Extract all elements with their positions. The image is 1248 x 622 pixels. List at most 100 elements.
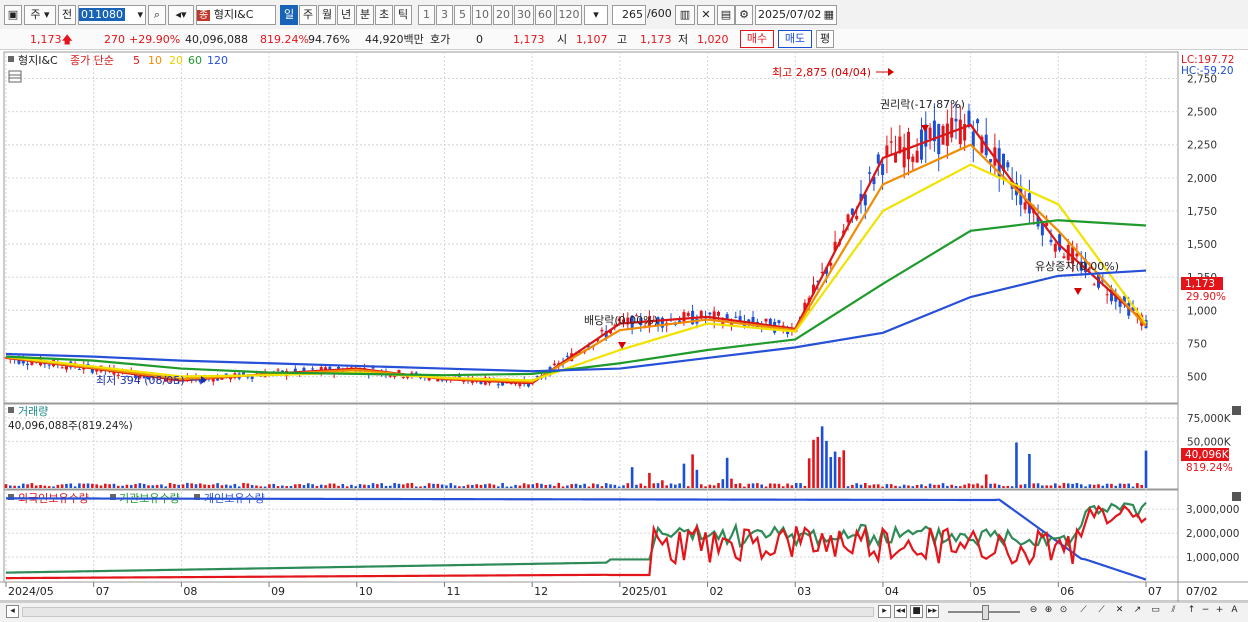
save-icon[interactable]: ▤ xyxy=(717,5,735,25)
search-icon[interactable]: ⌕ xyxy=(148,5,166,25)
interval-5[interactable]: 5 xyxy=(454,5,471,25)
volume-bar xyxy=(1028,453,1031,488)
volume-bar xyxy=(475,484,478,488)
period-tick[interactable]: 틱 xyxy=(394,5,412,25)
zoom-out-icon[interactable]: ⊖ xyxy=(1027,605,1040,618)
volume-bar xyxy=(561,486,565,488)
period-minute[interactable]: 분 xyxy=(356,5,374,25)
zoom-in-icon[interactable]: ⊕ xyxy=(1042,605,1055,618)
interval-120[interactable]: 120 xyxy=(556,5,582,25)
interval-20[interactable]: 20 xyxy=(493,5,513,25)
volume-bar xyxy=(574,483,578,488)
volume-bar xyxy=(449,483,453,488)
volume-bar xyxy=(39,484,42,488)
range-button[interactable]: 전 xyxy=(58,5,76,25)
volume-bar xyxy=(773,483,776,488)
volume-bar xyxy=(211,484,215,488)
volume-bar xyxy=(734,483,738,488)
buy-button[interactable]: 매수 xyxy=(740,30,774,48)
avg-button[interactable]: 평 xyxy=(816,30,834,48)
period-second[interactable]: 초 xyxy=(375,5,393,25)
text-tool-icon[interactable]: A xyxy=(1228,605,1241,618)
speaker-icon[interactable]: ◂▾ xyxy=(168,5,194,25)
volume-bar xyxy=(1101,485,1105,488)
candle xyxy=(371,367,375,369)
period-week[interactable]: 주 xyxy=(299,5,317,25)
date-input[interactable]: 2025/07/02 ▦ xyxy=(755,5,837,25)
zoom-handle[interactable] xyxy=(982,605,989,620)
volume-bar xyxy=(9,485,12,488)
volume-bar xyxy=(350,484,353,488)
volume-bar xyxy=(484,484,487,488)
volume-bar xyxy=(583,483,586,488)
interval-1[interactable]: 1 xyxy=(418,5,435,25)
price-value: 1,173 xyxy=(30,33,62,46)
volume-bar xyxy=(872,484,876,488)
rewind-icon[interactable]: ◂◂ xyxy=(894,605,907,618)
draw-cross-icon[interactable]: ✕ xyxy=(1113,605,1126,618)
holding-tick-0: 1,000,000 xyxy=(1186,552,1239,564)
xaxis-label-13: 07 xyxy=(1148,585,1162,598)
volume-tick-0: 50,000K xyxy=(1187,436,1232,448)
chart-area[interactable]: 형지I&C 종가 단순 5 10 20 60 120 LC:197.72 HC:… xyxy=(0,50,1248,602)
candle xyxy=(725,314,729,319)
scroll-right-icon[interactable]: ▸ xyxy=(878,605,891,618)
volume-panel[interactable] xyxy=(3,403,1179,490)
market-label: 주 xyxy=(30,8,41,21)
current-pct-tag: 29.90% xyxy=(1186,291,1226,303)
volume-bar xyxy=(363,484,366,488)
count-input[interactable]: 265 xyxy=(612,5,646,25)
volume-bar xyxy=(743,486,746,488)
volume-bar xyxy=(432,483,435,488)
market-select[interactable]: 주 ▾ xyxy=(24,5,56,25)
volume-bar xyxy=(43,485,47,488)
period-month[interactable]: 월 xyxy=(318,5,336,25)
period-day[interactable]: 일 xyxy=(280,5,298,25)
annotation-dividend: 배당락(0.00%) xyxy=(584,314,658,327)
draw-trend-icon[interactable]: ⟋ xyxy=(1095,605,1108,618)
forward-icon[interactable]: ▸▸ xyxy=(926,605,939,618)
volume-bar xyxy=(794,482,798,488)
volume-bar xyxy=(367,485,371,488)
xaxis-label-9: 03 xyxy=(797,585,811,598)
volume-bar xyxy=(838,457,841,488)
volume-bar xyxy=(1079,484,1083,488)
scale-down-icon[interactable]: − xyxy=(1199,605,1212,618)
volume-bar xyxy=(686,486,690,488)
add-icon[interactable]: + xyxy=(1213,605,1226,618)
sell-button[interactable]: 매도 xyxy=(778,30,812,48)
scrollbar[interactable] xyxy=(22,607,874,617)
holding-panel[interactable] xyxy=(3,489,1179,583)
interval-30[interactable]: 30 xyxy=(514,5,534,25)
code-input[interactable]: 011080 ▾ xyxy=(78,5,146,25)
interval-dropdown[interactable]: ▾ xyxy=(584,5,608,25)
draw-box-icon[interactable]: ▭ xyxy=(1149,605,1162,618)
candle-icon[interactable]: ▥ xyxy=(675,5,695,25)
scroll-left-icon[interactable]: ◂ xyxy=(6,605,19,618)
volume-bar xyxy=(725,457,729,488)
crosshair-icon[interactable]: ✕ xyxy=(697,5,715,25)
volume-bar xyxy=(509,486,513,488)
window-icon[interactable]: ▣ xyxy=(4,5,22,25)
close-icon[interactable] xyxy=(1232,406,1241,415)
volume-bar xyxy=(1092,484,1096,488)
stop-icon[interactable]: ■ xyxy=(910,605,923,618)
draw-channel-icon[interactable]: ⫽ xyxy=(1167,605,1180,618)
interval-60[interactable]: 60 xyxy=(535,5,555,25)
table-icon[interactable] xyxy=(8,70,22,83)
gear-icon[interactable]: ⚙ xyxy=(735,5,753,25)
scale-up-icon[interactable]: ↑ xyxy=(1185,605,1198,618)
period-year[interactable]: 년 xyxy=(337,5,355,25)
interval-10[interactable]: 10 xyxy=(472,5,492,25)
draw-arrow-icon[interactable]: ↗ xyxy=(1131,605,1144,618)
xaxis-label-12: 06 xyxy=(1060,585,1074,598)
volume-bar xyxy=(501,482,504,488)
draw-line-icon[interactable]: ⟋ xyxy=(1077,605,1090,618)
interval-3[interactable]: 3 xyxy=(436,5,453,25)
volume-bar xyxy=(1110,483,1113,488)
volume-bar xyxy=(993,483,997,488)
close-icon[interactable] xyxy=(1232,492,1241,501)
volume-bar xyxy=(125,484,129,488)
stock-name-field[interactable]: 종 형지I&C xyxy=(196,5,276,25)
zoom-reset-icon[interactable]: ⊙ xyxy=(1057,605,1070,618)
